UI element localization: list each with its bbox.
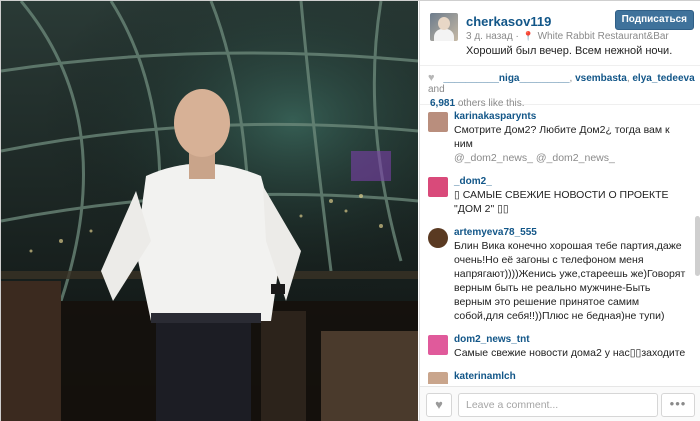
post-details-panel: cherkasov119 Подписаться 3 д. назад · 📍 …: [419, 1, 700, 421]
heart-icon: ♥: [428, 72, 435, 84]
commenter-avatar[interactable]: [428, 177, 448, 197]
commenter-username[interactable]: artemyeva78_555: [454, 226, 686, 239]
comment-item: karinakasparynts Смотрите Дом2? Любите Д…: [420, 106, 700, 171]
comment-input[interactable]: [458, 393, 658, 417]
restaurant-photo-illustration: [1, 1, 418, 421]
post-photo[interactable]: [1, 1, 418, 421]
post-time[interactable]: 3 д. назад: [466, 31, 513, 42]
comment-mentions[interactable]: @_dom2_news_ @_dom2_news_: [454, 151, 686, 165]
comments-list[interactable]: karinakasparynts Смотрите Дом2? Любите Д…: [420, 106, 700, 384]
likes-section: ♥ __________niga_________, vsembasta, el…: [420, 65, 700, 109]
meta-separator: ·: [515, 31, 519, 42]
comment-text: ▯▯: [454, 383, 686, 384]
comment-item: artemyeva78_555 Блин Вика конечно хороша…: [420, 222, 700, 329]
comment-item: _dom2_ ▯ САМЫЕ СВЕЖИЕ НОВОСТИ О ПРОЕКТЕ …: [420, 171, 700, 222]
comment-item: dom2_news_tnt Самые свежие новости дома2…: [420, 329, 700, 366]
comment-text: Смотрите Дом2? Любите Дом2¿ тогда вам к …: [454, 124, 670, 150]
comments-scrollbar[interactable]: [695, 216, 700, 276]
commenter-username[interactable]: katerinamlch: [454, 370, 686, 383]
commenter-avatar[interactable]: [428, 112, 448, 132]
commenter-username[interactable]: dom2_news_tnt: [454, 333, 686, 346]
comment-text: ▯ САМЫЕ СВЕЖИЕ НОВОСТИ О ПРОЕКТЕ "ДОМ 2"…: [454, 189, 669, 215]
likes-and: and: [428, 84, 445, 95]
comment-item: katerinamlch ▯▯: [420, 366, 700, 384]
location-pin-icon: 📍: [522, 31, 534, 41]
owner-username[interactable]: cherkasov119: [466, 14, 551, 29]
post-location[interactable]: White Rabbit Restaurant&Bar: [538, 31, 669, 42]
more-options-icon[interactable]: •••: [661, 393, 695, 417]
owner-avatar[interactable]: [430, 13, 458, 41]
like-button[interactable]: ♥: [426, 393, 452, 417]
follow-button[interactable]: Подписаться: [614, 10, 694, 30]
commenter-avatar[interactable]: [428, 335, 448, 355]
liker-username[interactable]: elya_tedeeva: [632, 73, 694, 84]
comment-text: Самые свежие новости дома2 у нас▯▯заходи…: [454, 347, 686, 359]
post-meta: 3 д. назад · 📍 White Rabbit Restaurant&B…: [466, 31, 669, 42]
post-caption: Хороший был вечер. Всем нежной ночи.: [466, 45, 673, 57]
commenter-avatar[interactable]: [428, 228, 448, 248]
heart-icon: ♥: [435, 397, 443, 412]
liker-username[interactable]: vsembasta: [575, 73, 627, 84]
commenter-avatar[interactable]: [428, 372, 448, 384]
commenter-username[interactable]: karinakasparynts: [454, 110, 686, 123]
liker-username[interactable]: __________niga_________: [443, 73, 569, 84]
instagram-post-viewer: cherkasov119 Подписаться 3 д. назад · 📍 …: [0, 0, 700, 421]
comment-footer: ♥ •••: [420, 386, 700, 421]
comment-text: Блин Вика конечно хорошая тебе партия,да…: [454, 240, 686, 322]
post-header: cherkasov119 Подписаться 3 д. назад · 📍 …: [420, 1, 700, 65]
commenter-username[interactable]: _dom2_: [454, 175, 686, 188]
